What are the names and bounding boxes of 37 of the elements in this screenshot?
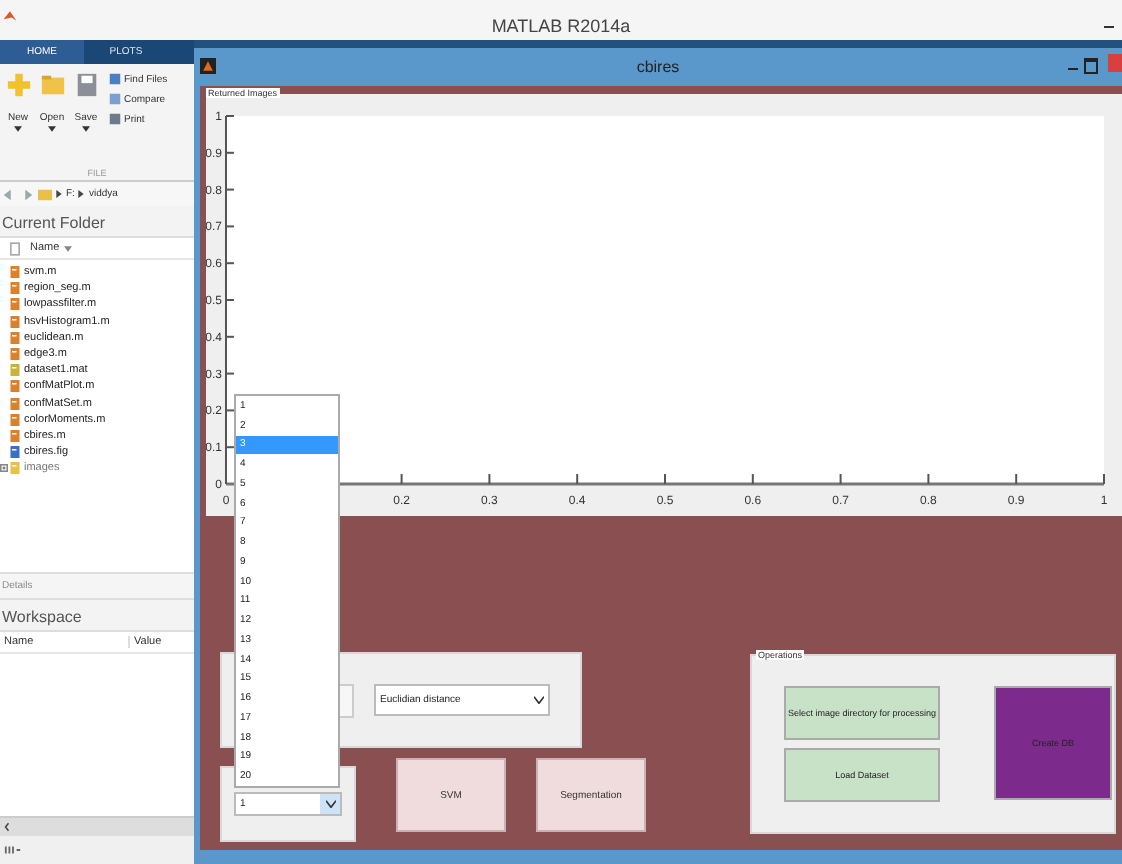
path-separator-icon xyxy=(56,190,62,198)
file-icon xyxy=(10,348,20,361)
app-title: MATLAB R2014a xyxy=(491,16,631,36)
file-icon xyxy=(10,364,20,377)
window-title: cbires xyxy=(636,58,680,76)
plus-icon xyxy=(5,72,31,98)
file-icon xyxy=(10,462,20,475)
forward-arrow-icon[interactable] xyxy=(20,187,34,201)
caret-icon xyxy=(534,696,544,704)
sort-arrow-icon[interactable] xyxy=(63,245,72,251)
caret-icon xyxy=(325,800,335,808)
file-icon xyxy=(10,413,20,426)
file-icon xyxy=(10,429,20,442)
path-separator-icon xyxy=(78,190,85,198)
file-icon xyxy=(10,380,20,393)
folder-icon[interactable] xyxy=(38,187,52,201)
back-arrow-icon[interactable] xyxy=(2,187,16,201)
caret-icon xyxy=(48,126,56,132)
figure-icon xyxy=(200,58,216,74)
panel-title: Current Folder xyxy=(0,206,194,238)
file-icon xyxy=(10,266,20,279)
horizontal-scrollbar[interactable] xyxy=(0,816,194,836)
panel-title: Workspace xyxy=(0,600,194,633)
file-icon xyxy=(10,241,20,255)
matlab-logo-icon xyxy=(2,8,18,24)
file-icon xyxy=(10,331,20,344)
file-icon xyxy=(10,397,20,410)
expand-icon[interactable] xyxy=(0,464,8,473)
grip-icon[interactable] xyxy=(4,844,22,856)
file-icon xyxy=(10,282,20,295)
caret-icon xyxy=(14,126,22,132)
file-icon xyxy=(10,315,20,328)
file-icon xyxy=(10,298,20,311)
file-icon xyxy=(10,446,20,459)
maximize-icon[interactable] xyxy=(1084,58,1098,74)
folder-icon xyxy=(39,72,65,98)
caret-icon xyxy=(82,126,90,132)
